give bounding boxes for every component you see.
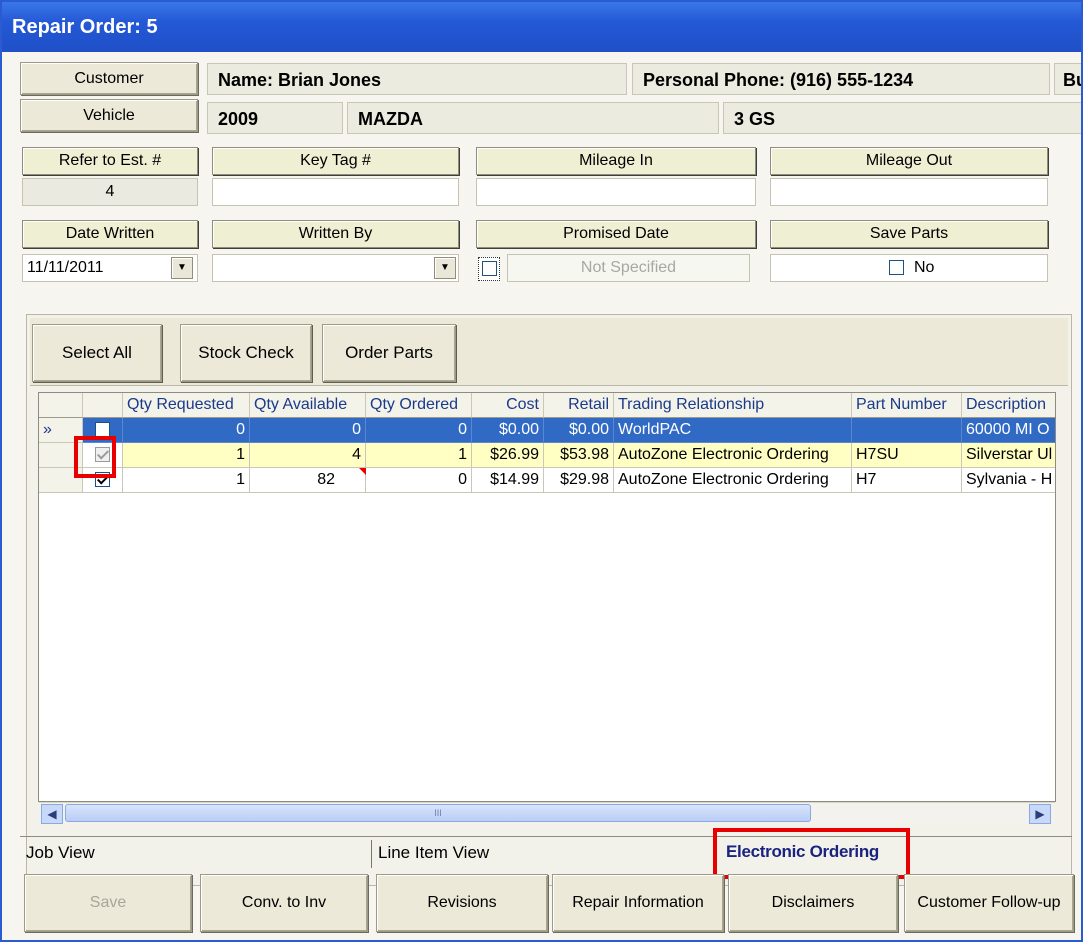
revisions-button[interactable]: Revisions xyxy=(376,874,548,932)
save-parts-checkbox[interactable] xyxy=(889,260,904,275)
col-header-qty-ordered[interactable]: Qty Ordered xyxy=(366,393,472,418)
tab-line-item-view[interactable]: Line Item View xyxy=(372,840,712,868)
cell-description[interactable]: 60000 MI O xyxy=(962,418,1055,443)
grid-check-header xyxy=(83,393,123,418)
customer-extra-field: Bu xyxy=(1054,63,1081,95)
refer-est-label: Refer to Est. # xyxy=(22,147,198,175)
customer-personal-phone: Personal Phone: (916) 555-1234 xyxy=(632,63,1050,95)
written-by-dropdown-icon[interactable]: ▼ xyxy=(434,257,456,279)
cell-trading-relationship[interactable]: WorldPAC xyxy=(614,418,852,443)
col-header-qty-available[interactable]: Qty Available xyxy=(250,393,366,418)
save-button[interactable]: Save xyxy=(24,874,192,932)
window-title: Repair Order: 5 xyxy=(2,2,1081,52)
date-written-value: 11/11/2011 xyxy=(27,259,104,276)
date-written-dropdown-icon[interactable]: ▼ xyxy=(171,257,193,279)
col-header-trading-relationship[interactable]: Trading Relationship xyxy=(614,393,852,418)
cell-qty-requested[interactable]: 1 xyxy=(123,443,250,468)
refer-est-value: 4 xyxy=(22,178,198,206)
disclaimers-button[interactable]: Disclaimers xyxy=(728,874,898,932)
stock-check-button[interactable]: Stock Check xyxy=(180,324,312,382)
mileage-in-input[interactable] xyxy=(476,178,756,206)
cell-trading-relationship[interactable]: AutoZone Electronic Ordering xyxy=(614,443,852,468)
col-header-retail[interactable]: Retail xyxy=(544,393,614,418)
cell-qty-requested[interactable]: 1 xyxy=(123,468,250,493)
mileage-out-label: Mileage Out xyxy=(770,147,1048,175)
cell-cost[interactable]: $26.99 xyxy=(472,443,544,468)
date-written-label: Date Written xyxy=(22,220,198,248)
save-parts-field: No xyxy=(770,254,1048,282)
key-tag-label: Key Tag # xyxy=(212,147,459,175)
cell-qty-requested[interactable]: 0 xyxy=(123,418,250,443)
cell-qty-available[interactable]: 82 xyxy=(250,468,366,493)
vehicle-model: 3 GS xyxy=(723,102,1081,134)
window-client: Customer Vehicle Name: Brian Jones Perso… xyxy=(2,52,1081,940)
cell-retail[interactable]: $29.98 xyxy=(544,468,614,493)
cell-qty-ordered[interactable]: 1 xyxy=(366,443,472,468)
vehicle-make: MAZDA xyxy=(347,102,719,134)
save-parts-label: Save Parts xyxy=(770,220,1048,248)
col-header-part-number[interactable]: Part Number xyxy=(852,393,962,418)
parts-grid: Qty Requested Qty Available Qty Ordered … xyxy=(38,392,1056,802)
col-header-qty-requested[interactable]: Qty Requested xyxy=(123,393,250,418)
mileage-in-label: Mileage In xyxy=(476,147,756,175)
customer-name: Name: Brian Jones xyxy=(207,63,627,95)
cell-qty-available[interactable]: 4 xyxy=(250,443,366,468)
cell-part-number[interactable]: H7 xyxy=(852,468,962,493)
select-all-button[interactable]: Select All xyxy=(32,324,162,382)
written-by-select[interactable] xyxy=(212,254,459,282)
promised-date-checkbox[interactable] xyxy=(478,257,500,281)
scroll-thumb[interactable]: III xyxy=(65,804,811,822)
mileage-out-input[interactable] xyxy=(770,178,1048,206)
cell-note-indicator xyxy=(359,468,366,475)
tab-job-view[interactable]: Job View xyxy=(20,840,372,868)
promised-date-label: Promised Date xyxy=(476,220,756,248)
cell-part-number[interactable] xyxy=(852,418,962,443)
customer-follow-up-button[interactable]: Customer Follow-up xyxy=(904,874,1074,932)
convert-to-invoice-button[interactable]: Conv. to Inv xyxy=(200,874,368,932)
cell-qty-available[interactable]: 0 xyxy=(250,418,366,443)
promised-date-checkbox-box xyxy=(482,261,497,276)
vehicle-button[interactable]: Vehicle xyxy=(20,99,198,132)
cell-description[interactable]: Sylvania - H xyxy=(962,468,1055,493)
written-by-label: Written By xyxy=(212,220,459,248)
col-header-description[interactable]: Description xyxy=(962,393,1055,418)
vehicle-year: 2009 xyxy=(207,102,343,134)
grid-corner-header xyxy=(39,393,83,418)
annotation-highlight-checkbox xyxy=(74,436,116,478)
key-tag-input[interactable] xyxy=(212,178,459,206)
order-parts-button[interactable]: Order Parts xyxy=(322,324,456,382)
cell-trading-relationship[interactable]: AutoZone Electronic Ordering xyxy=(614,468,852,493)
customer-button[interactable]: Customer xyxy=(20,62,198,95)
cell-part-number[interactable]: H7SU xyxy=(852,443,962,468)
cell-description[interactable]: Silverstar Ul xyxy=(962,443,1055,468)
cell-qty-ordered[interactable]: 0 xyxy=(366,468,472,493)
scroll-left-icon[interactable]: ◀ xyxy=(41,804,63,824)
cell-cost[interactable]: $0.00 xyxy=(472,418,544,443)
cell-cost[interactable]: $14.99 xyxy=(472,468,544,493)
col-header-cost[interactable]: Cost xyxy=(472,393,544,418)
cell-retail[interactable]: $53.98 xyxy=(544,443,614,468)
cell-retail[interactable]: $0.00 xyxy=(544,418,614,443)
repair-information-button[interactable]: Repair Information xyxy=(552,874,724,932)
scroll-right-icon[interactable]: ▶ xyxy=(1029,804,1051,824)
grid-horizontal-scrollbar[interactable]: ◀ III ▶ xyxy=(39,802,1055,824)
promised-date-value: Not Specified xyxy=(507,254,750,282)
cell-qty-ordered[interactable]: 0 xyxy=(366,418,472,443)
repair-order-window: Repair Order: 5 Customer Vehicle Name: B… xyxy=(0,0,1083,942)
save-parts-value: No xyxy=(914,259,935,276)
annotation-highlight-tab xyxy=(713,828,910,879)
